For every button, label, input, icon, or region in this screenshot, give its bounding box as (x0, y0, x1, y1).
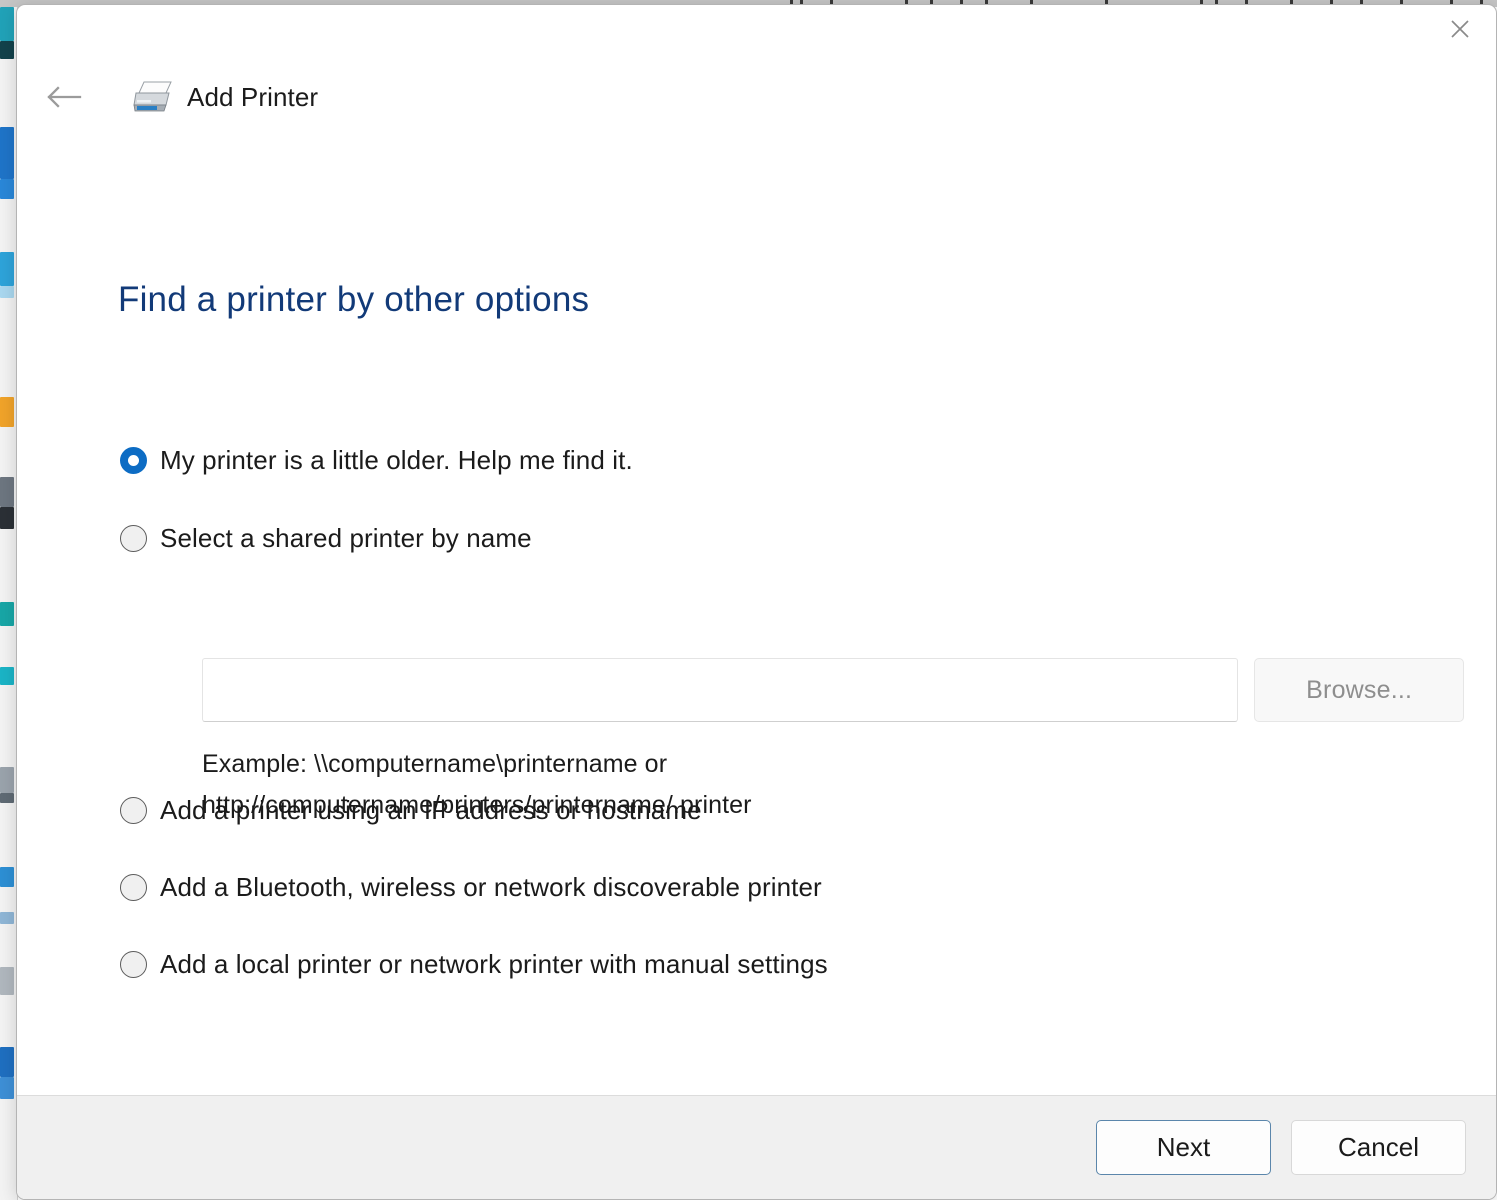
back-button[interactable] (41, 74, 87, 120)
background-icon-chip (0, 793, 14, 803)
dialog-titlebar (17, 5, 1496, 69)
radio-add-printer-by-ip[interactable] (120, 797, 147, 824)
back-arrow-icon (47, 86, 82, 108)
option-label: Add a local printer or network printer w… (160, 949, 828, 979)
background-icon-chip (0, 477, 14, 507)
option-add-printer-by-ip[interactable]: Add a printer using an IP address or hos… (120, 795, 702, 826)
background-icon-chip (0, 179, 14, 199)
browse-button[interactable]: Browse... (1254, 658, 1464, 722)
option-label: Add a Bluetooth, wireless or network dis… (160, 872, 822, 902)
background-icon-chip (0, 286, 14, 298)
background-icon-chip (0, 127, 14, 179)
radio-select-shared-printer[interactable] (120, 525, 147, 552)
option-label: Select a shared printer by name (160, 523, 532, 553)
option-label: My printer is a little older. Help me fi… (160, 445, 633, 475)
background-icon-chip (0, 602, 14, 626)
close-button[interactable] (1430, 7, 1490, 51)
background-icon-chip (0, 867, 14, 887)
background-icon-chip (0, 252, 14, 286)
background-icon-chip (0, 1077, 14, 1099)
option-my-printer-is-older[interactable]: My printer is a little older. Help me fi… (120, 445, 633, 476)
background-icon-chip (0, 7, 14, 41)
background-icon-chip (0, 507, 14, 529)
dialog-header: Add Printer (17, 69, 1496, 125)
option-add-local-printer-manual[interactable]: Add a local printer or network printer w… (120, 949, 828, 980)
cancel-button[interactable]: Cancel (1291, 1120, 1466, 1175)
radio-add-local-printer-manual[interactable] (120, 951, 147, 978)
dialog-body: Find a printer by other options My print… (17, 125, 1496, 1095)
app-title: Add Printer (187, 81, 319, 112)
page-title: Find a printer by other options (118, 280, 590, 319)
background-icon-chip (0, 912, 14, 924)
background-icon-chip (0, 397, 14, 427)
background-icon-chip (0, 967, 14, 995)
background-icon-chip (0, 41, 14, 59)
background-icon-chip (0, 1047, 14, 1077)
dialog-footer: Next Cancel (17, 1095, 1496, 1199)
background-icon-chip (0, 767, 14, 793)
radio-add-bluetooth-wireless-printer[interactable] (120, 874, 147, 901)
option-add-bluetooth-wireless-printer[interactable]: Add a Bluetooth, wireless or network dis… (120, 872, 822, 903)
printer-icon (133, 80, 175, 114)
close-icon (1451, 20, 1469, 38)
option-label: Add a printer using an IP address or hos… (160, 795, 702, 825)
radio-my-printer-is-older[interactable] (120, 447, 147, 474)
next-button[interactable]: Next (1096, 1120, 1271, 1175)
shared-printer-input-row: Browse... (202, 658, 1464, 722)
shared-printer-name-input[interactable] (202, 658, 1239, 722)
add-printer-dialog: Add Printer Find a printer by other opti… (16, 4, 1497, 1200)
option-select-shared-printer[interactable]: Select a shared printer by name (120, 523, 532, 554)
background-icon-chip (0, 667, 14, 685)
